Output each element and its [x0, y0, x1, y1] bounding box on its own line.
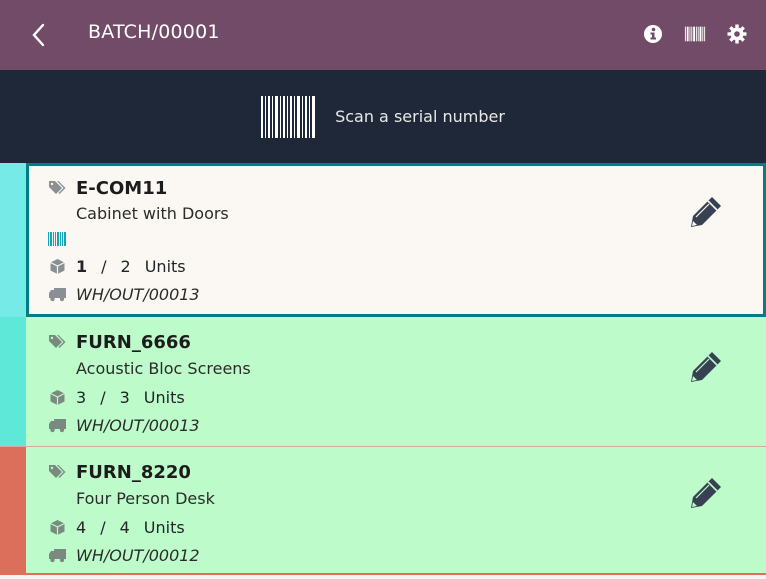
truck-icon [48, 286, 67, 302]
box-icon [48, 519, 67, 535]
product-name: Acoustic Bloc Screens [76, 359, 251, 378]
top-bar: BATCH/00001 [0, 0, 766, 70]
move-line[interactable]: FURN_8220 Four Person Desk 4 / 4 Units W… [0, 447, 766, 575]
qty-total: 4 [119, 517, 130, 537]
qty-separator: / [100, 387, 106, 407]
qty-separator: / [101, 256, 107, 276]
qty-uom: Units [143, 517, 185, 537]
line-status-stripe [0, 447, 26, 573]
scan-prompt: Scan a serial number [335, 107, 505, 126]
box-icon [48, 258, 67, 274]
qty-uom: Units [144, 256, 186, 276]
serial-barcode-icon [48, 231, 67, 247]
picking-reference: WH/OUT/00013 [76, 284, 200, 304]
info-button[interactable] [642, 23, 664, 45]
product-name: Cabinet with Doors [76, 204, 229, 223]
qty-total: 3 [119, 387, 130, 407]
line-status-stripe [0, 163, 26, 317]
edit-button[interactable] [688, 194, 724, 230]
box-icon [48, 389, 67, 405]
qty-done: 1 [76, 256, 88, 276]
barcode-button[interactable] [684, 23, 706, 45]
gear-icon [727, 24, 747, 44]
scan-banner: Scan a serial number [0, 70, 766, 163]
qty-done: 3 [76, 387, 87, 407]
move-line[interactable]: FURN_6666 Acoustic Bloc Screens 3 / 3 Un… [0, 317, 766, 447]
back-button[interactable] [28, 22, 50, 48]
tag-icon [48, 464, 67, 480]
page-title: BATCH/00001 [88, 21, 220, 43]
product-code: FURN_6666 [76, 331, 191, 353]
edit-button[interactable] [688, 349, 724, 385]
move-line[interactable]: E-COM11 Cabinet with Doors 1 / 2 Units W… [0, 163, 766, 317]
pencil-icon [691, 197, 721, 227]
picking-reference: WH/OUT/00013 [76, 415, 200, 435]
info-icon [644, 25, 662, 43]
qty-done: 4 [76, 517, 87, 537]
pencil-icon [691, 478, 721, 508]
settings-button[interactable] [726, 23, 748, 45]
chevron-left-icon [32, 23, 45, 47]
barcode-icon [261, 95, 316, 138]
product-code: E-COM11 [76, 177, 168, 199]
product-code: FURN_8220 [76, 461, 191, 483]
line-card[interactable]: FURN_8220 Four Person Desk 4 / 4 Units W… [26, 447, 766, 573]
edit-button[interactable] [688, 475, 724, 511]
product-name: Four Person Desk [76, 489, 215, 508]
line-card[interactable]: FURN_6666 Acoustic Bloc Screens 3 / 3 Un… [26, 317, 766, 446]
qty-uom: Units [143, 387, 185, 407]
truck-icon [48, 547, 67, 563]
line-card[interactable]: E-COM11 Cabinet with Doors 1 / 2 Units W… [26, 163, 766, 317]
truck-icon [48, 417, 67, 433]
picking-reference: WH/OUT/00012 [76, 545, 200, 565]
tag-icon [48, 334, 67, 350]
qty-total: 2 [120, 256, 131, 276]
barcode-icon [684, 26, 706, 42]
pencil-icon [691, 352, 721, 382]
qty-separator: / [100, 517, 106, 537]
tag-icon [48, 180, 67, 196]
line-status-stripe [0, 317, 26, 446]
